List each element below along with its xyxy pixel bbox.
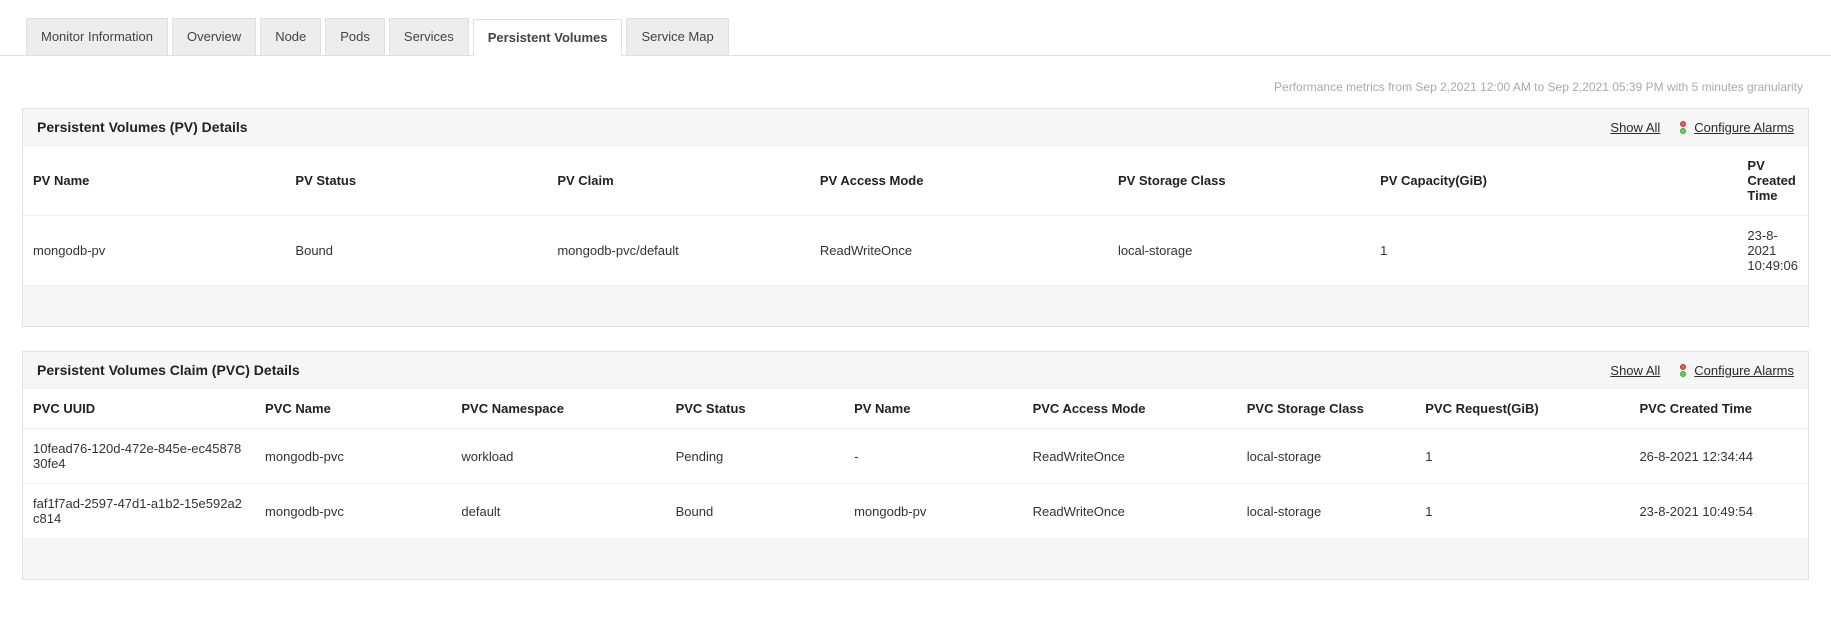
traffic-light-icon bbox=[1678, 364, 1688, 377]
pvc-col-access[interactable]: PVC Access Mode bbox=[1023, 389, 1237, 429]
metrics-timerange-note: Performance metrics from Sep 2,2021 12:0… bbox=[0, 56, 1831, 108]
pvc-configure-alarms-label: Configure Alarms bbox=[1694, 363, 1794, 378]
pv-show-all-link[interactable]: Show All bbox=[1610, 120, 1660, 135]
pvc-configure-alarms-link[interactable]: Configure Alarms bbox=[1678, 363, 1794, 378]
pvc-col-namespace[interactable]: PVC Namespace bbox=[451, 389, 665, 429]
pvc-cell-created: 23-8-2021 10:49:54 bbox=[1629, 484, 1808, 539]
pvc-col-request[interactable]: PVC Request(GiB) bbox=[1415, 389, 1629, 429]
pvc-cell-name: mongodb-pvc bbox=[255, 484, 451, 539]
pvc-col-status[interactable]: PVC Status bbox=[666, 389, 845, 429]
tab-services[interactable]: Services bbox=[389, 18, 469, 55]
pv-table-header-row: PV Name PV Status PV Claim PV Access Mod… bbox=[23, 146, 1808, 216]
tab-pods[interactable]: Pods bbox=[325, 18, 385, 55]
pvc-cell-pvname: mongodb-pv bbox=[844, 484, 1023, 539]
pvc-col-pvname[interactable]: PV Name bbox=[844, 389, 1023, 429]
pvc-cell-namespace: default bbox=[451, 484, 665, 539]
pvc-cell-namespace: workload bbox=[451, 429, 665, 484]
pvc-cell-access: ReadWriteOnce bbox=[1023, 484, 1237, 539]
pv-col-access[interactable]: PV Access Mode bbox=[810, 146, 1108, 216]
pvc-cell-status: Bound bbox=[666, 484, 845, 539]
pvc-table: PVC UUID PVC Name PVC Namespace PVC Stat… bbox=[23, 388, 1808, 539]
pv-col-created[interactable]: PV Created Time bbox=[1737, 146, 1808, 216]
pvc-col-created[interactable]: PVC Created Time bbox=[1629, 389, 1808, 429]
pvc-cell-storage: local-storage bbox=[1237, 484, 1416, 539]
pvc-cell-storage: local-storage bbox=[1237, 429, 1416, 484]
pv-cell-name: mongodb-pv bbox=[23, 216, 285, 286]
tab-overview[interactable]: Overview bbox=[172, 18, 256, 55]
pv-panel-title: Persistent Volumes (PV) Details bbox=[37, 119, 1610, 135]
pv-table: PV Name PV Status PV Claim PV Access Mod… bbox=[23, 145, 1808, 286]
tab-node[interactable]: Node bbox=[260, 18, 321, 55]
tab-persistent-volumes[interactable]: Persistent Volumes bbox=[473, 19, 623, 56]
pv-configure-alarms-link[interactable]: Configure Alarms bbox=[1678, 120, 1794, 135]
pv-cell-created: 23-8-2021 10:49:06 bbox=[1737, 216, 1808, 286]
pvc-cell-name: mongodb-pvc bbox=[255, 429, 451, 484]
pv-col-status[interactable]: PV Status bbox=[285, 146, 547, 216]
traffic-light-icon bbox=[1678, 121, 1688, 134]
tab-service-map[interactable]: Service Map bbox=[626, 18, 728, 55]
pvc-cell-access: ReadWriteOnce bbox=[1023, 429, 1237, 484]
pvc-table-header-row: PVC UUID PVC Name PVC Namespace PVC Stat… bbox=[23, 389, 1808, 429]
tab-bar: Monitor Information Overview Node Pods S… bbox=[0, 18, 1831, 56]
pv-cell-access: ReadWriteOnce bbox=[810, 216, 1108, 286]
pv-configure-alarms-label: Configure Alarms bbox=[1694, 120, 1794, 135]
table-row[interactable]: mongodb-pv Bound mongodb-pvc/default Rea… bbox=[23, 216, 1808, 286]
pvc-cell-request: 1 bbox=[1415, 484, 1629, 539]
pvc-cell-pvname: - bbox=[844, 429, 1023, 484]
pv-col-capacity[interactable]: PV Capacity(GiB) bbox=[1370, 146, 1737, 216]
pv-panel: Persistent Volumes (PV) Details Show All… bbox=[22, 108, 1809, 327]
pv-col-name[interactable]: PV Name bbox=[23, 146, 285, 216]
pvc-cell-uuid: faf1f7ad-2597-47d1-a1b2-15e592a2c814 bbox=[23, 484, 255, 539]
pv-col-claim[interactable]: PV Claim bbox=[547, 146, 810, 216]
pvc-panel-footer bbox=[23, 539, 1808, 579]
pvc-cell-status: Pending bbox=[666, 429, 845, 484]
pvc-cell-created: 26-8-2021 12:34:44 bbox=[1629, 429, 1808, 484]
pv-cell-status: Bound bbox=[285, 216, 547, 286]
pvc-col-name[interactable]: PVC Name bbox=[255, 389, 451, 429]
pv-cell-capacity: 1 bbox=[1370, 216, 1737, 286]
pvc-col-storage[interactable]: PVC Storage Class bbox=[1237, 389, 1416, 429]
pv-panel-footer bbox=[23, 286, 1808, 326]
pvc-cell-uuid: 10fead76-120d-472e-845e-ec4587830fe4 bbox=[23, 429, 255, 484]
pvc-show-all-link[interactable]: Show All bbox=[1610, 363, 1660, 378]
pv-col-storage[interactable]: PV Storage Class bbox=[1108, 146, 1370, 216]
pvc-panel: Persistent Volumes Claim (PVC) Details S… bbox=[22, 351, 1809, 580]
pvc-panel-title: Persistent Volumes Claim (PVC) Details bbox=[37, 362, 1610, 378]
pvc-col-uuid[interactable]: PVC UUID bbox=[23, 389, 255, 429]
tab-monitor-information[interactable]: Monitor Information bbox=[26, 18, 168, 55]
pvc-cell-request: 1 bbox=[1415, 429, 1629, 484]
pv-cell-claim: mongodb-pvc/default bbox=[547, 216, 810, 286]
table-row[interactable]: faf1f7ad-2597-47d1-a1b2-15e592a2c814 mon… bbox=[23, 484, 1808, 539]
pv-cell-storage: local-storage bbox=[1108, 216, 1370, 286]
table-row[interactable]: 10fead76-120d-472e-845e-ec4587830fe4 mon… bbox=[23, 429, 1808, 484]
